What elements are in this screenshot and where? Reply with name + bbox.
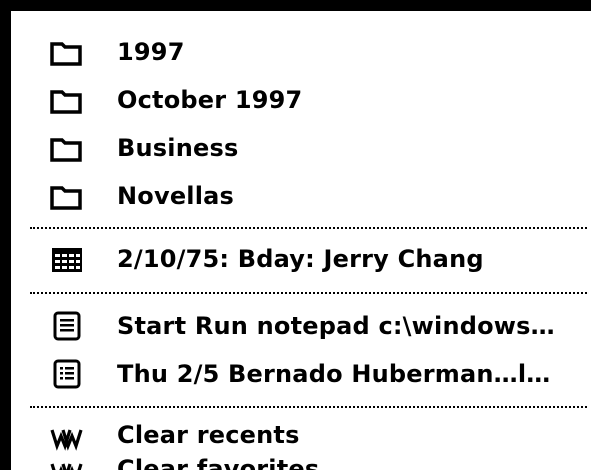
menu-item-folder-business[interactable]: Business xyxy=(22,132,591,176)
menu-item-label: 1997 xyxy=(117,38,185,66)
folder-icon xyxy=(49,135,85,163)
clear-favorites-label: Clear favorites xyxy=(117,455,320,470)
recent-items-menu: 1997 October 1997 Business Novellas 2/10… xyxy=(22,22,591,470)
menu-item-label: October 1997 xyxy=(117,86,303,114)
clear-recents-label: Clear recents xyxy=(117,421,300,449)
menu-separator xyxy=(30,406,587,408)
menu-item-note-thu-meeting[interactable]: Thu 2/5 Bernado Huberman…l… xyxy=(22,358,591,402)
menu-item-label: Novellas xyxy=(117,182,235,210)
menu-window: 1997 October 1997 Business Novellas 2/10… xyxy=(0,0,591,470)
menu-item-folder-novellas[interactable]: Novellas xyxy=(22,180,591,224)
menu-item-label: Start Run notepad c:\windows… xyxy=(117,312,555,340)
folder-icon xyxy=(49,87,85,115)
menu-item-label: Business xyxy=(117,134,239,162)
menu-separator xyxy=(30,227,587,229)
clear-icon xyxy=(49,424,85,452)
clear-favorites-action[interactable]: Clear favorites xyxy=(22,455,591,470)
list-note-icon xyxy=(49,359,85,389)
menu-item-label: Thu 2/5 Bernado Huberman…l… xyxy=(117,360,551,388)
menu-item-folder-october-1997[interactable]: October 1997 xyxy=(22,84,591,128)
menu-item-folder-1997[interactable]: 1997 xyxy=(22,36,591,80)
menu-separator xyxy=(30,292,587,294)
menu-item-label: 2/10/75: Bday: Jerry Chang xyxy=(117,245,484,273)
folder-icon xyxy=(49,183,85,211)
folder-icon xyxy=(49,39,85,67)
calendar-icon xyxy=(49,246,85,274)
menu-item-date-bday[interactable]: 2/10/75: Bday: Jerry Chang xyxy=(22,243,591,287)
note-icon xyxy=(49,311,85,341)
menu-item-note-start-run[interactable]: Start Run notepad c:\windows… xyxy=(22,310,591,354)
clear-recents-action[interactable]: Clear recents xyxy=(22,420,591,454)
clear-icon xyxy=(49,458,85,470)
